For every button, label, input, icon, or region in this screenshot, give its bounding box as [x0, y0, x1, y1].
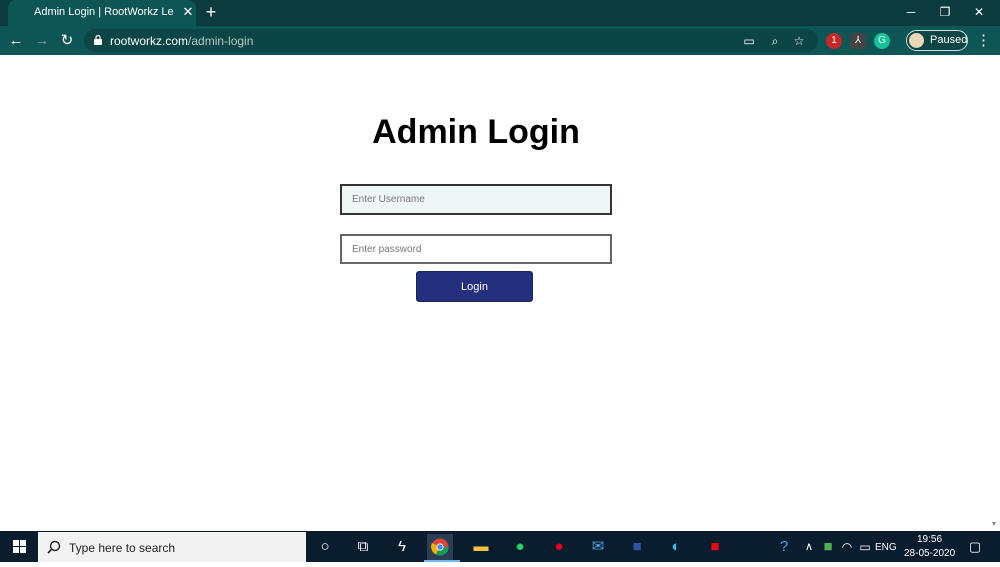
- mail-icon[interactable]: ✉: [585, 534, 611, 560]
- login-button[interactable]: Login: [416, 271, 533, 302]
- cortana-icon[interactable]: ○: [312, 534, 338, 560]
- username-field[interactable]: [340, 184, 612, 215]
- windows-start-button[interactable]: [0, 531, 38, 562]
- clock-time[interactable]: 19:56: [917, 534, 942, 545]
- bookmark-star-icon[interactable]: ☆: [790, 32, 808, 50]
- netflix-icon[interactable]: ■: [702, 534, 728, 560]
- app-s-icon[interactable]: ϟ: [389, 534, 415, 560]
- vertical-scrollbar[interactable]: ▼: [988, 55, 1000, 531]
- page-content: Admin Login Login ▼: [0, 55, 1000, 531]
- browser-tab[interactable]: Admin Login | RootWorkz Learnin ✕: [8, 0, 196, 26]
- chrome-logo: [431, 538, 449, 556]
- search-icon: [47, 540, 61, 554]
- url-host: rootworkz.com: [110, 34, 189, 48]
- taskbar-search-box[interactable]: Type here to search: [38, 532, 306, 562]
- password-field[interactable]: [340, 234, 612, 264]
- url-path: /admin-login: [188, 34, 254, 48]
- browser-menu-icon[interactable]: ⋮: [976, 31, 991, 51]
- url-text: rootworkz.com/admin-login: [110, 34, 253, 48]
- extension-badge: 1: [831, 35, 837, 46]
- notifications-icon[interactable]: ▢: [962, 534, 988, 560]
- clock-date[interactable]: 28-05-2020: [904, 548, 955, 559]
- help-icon[interactable]: ?: [771, 534, 797, 560]
- word-icon[interactable]: ■: [624, 534, 650, 560]
- lock-icon: [94, 35, 102, 45]
- minimize-window-icon[interactable]: ─: [896, 3, 926, 21]
- tab-title: Admin Login | RootWorkz Learnin: [34, 6, 174, 18]
- file-explorer-icon[interactable]: ▬: [468, 534, 494, 560]
- windows-taskbar: Type here to search ○ ⧉ ϟ ▬ ● ● ✉ ■ ◐ ■ …: [0, 531, 1000, 562]
- extension-shield-icon[interactable]: 1: [826, 33, 842, 49]
- windows-logo-icon: [13, 540, 26, 553]
- browser-tab-strip: Admin Login | RootWorkz Learnin ✕ + ─ ❐ …: [0, 0, 1000, 26]
- restore-window-icon[interactable]: ❐: [930, 3, 960, 21]
- profile-status: Paused: [930, 34, 968, 46]
- task-view-icon[interactable]: ⧉: [350, 534, 376, 560]
- language-indicator[interactable]: ENG: [875, 542, 897, 553]
- pinterest-icon[interactable]: ●: [546, 534, 572, 560]
- edge-icon[interactable]: ◐: [663, 534, 689, 560]
- zoom-icon[interactable]: ⌕: [766, 32, 784, 50]
- address-bar[interactable]: rootworkz.com/admin-login ▭ ⌕ ☆: [84, 29, 818, 52]
- browser-toolbar: ← → ↻ rootworkz.com/admin-login ▭ ⌕ ☆ 1 …: [0, 26, 1000, 55]
- avatar: [909, 33, 924, 48]
- profile-button[interactable]: Paused: [906, 30, 968, 51]
- reload-icon[interactable]: ↻: [57, 31, 77, 51]
- cast-icon[interactable]: ▭: [740, 32, 758, 50]
- spotify-icon[interactable]: ●: [507, 534, 533, 560]
- scroll-down-arrow-icon[interactable]: ▼: [990, 521, 998, 529]
- close-window-icon[interactable]: ✕: [964, 3, 994, 21]
- search-placeholder: Type here to search: [69, 541, 176, 555]
- chrome-icon[interactable]: [427, 534, 453, 560]
- new-tab-icon[interactable]: +: [202, 3, 220, 21]
- forward-arrow-icon[interactable]: →: [32, 31, 52, 51]
- close-tab-icon[interactable]: ✕: [180, 4, 196, 20]
- pdf-extension-icon[interactable]: ⅄: [850, 33, 866, 49]
- page-title: Admin Login: [372, 113, 580, 151]
- back-arrow-icon[interactable]: ←: [6, 31, 26, 51]
- grammarly-icon[interactable]: G: [874, 33, 890, 49]
